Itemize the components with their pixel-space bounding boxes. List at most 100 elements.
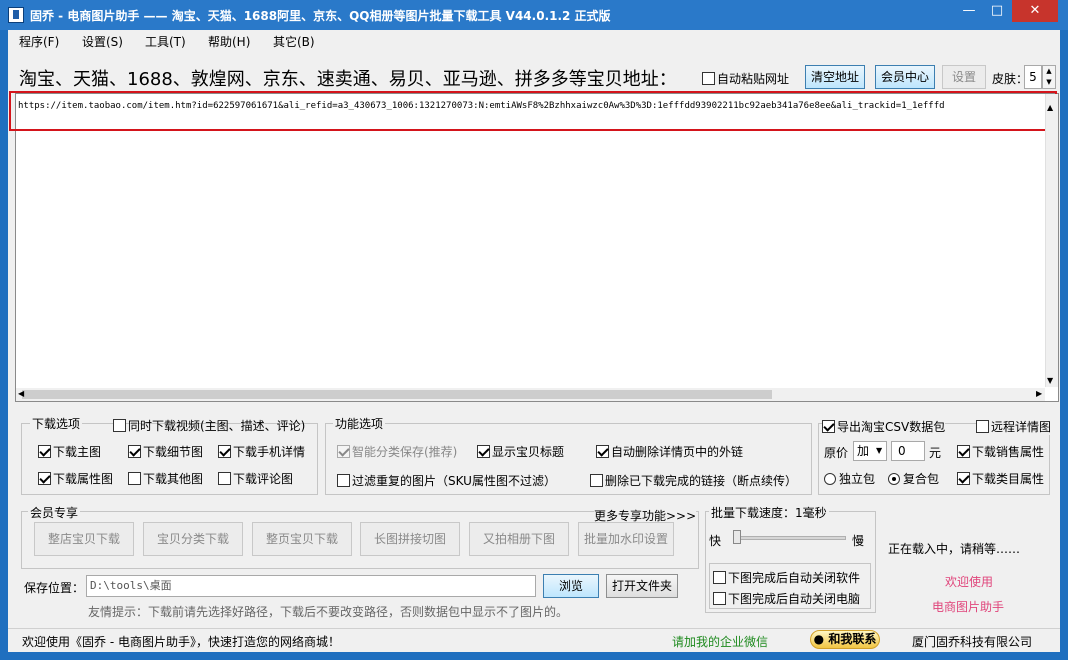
browse-button[interactable]: 浏览 [543, 574, 599, 598]
smart-save-checkbox[interactable]: 智能分类保存(推荐) [337, 443, 457, 460]
stitch-cut-button[interactable]: 长图拼接切图 [360, 522, 460, 556]
checkbox-icon [218, 472, 231, 485]
menu-tools[interactable]: 工具(T) [145, 33, 186, 50]
app-name-text: 电商图片助手 [932, 600, 1005, 614]
remove-links-label: 自动删除详情页中的外链 [611, 445, 744, 459]
checkbox-icon [590, 474, 603, 487]
speed-title: 批量下载速度：1毫秒 [709, 504, 829, 521]
member-center-button[interactable]: 会员中心 [875, 65, 935, 89]
url-source-headline: 淘宝、天猫、1688、敦煌网、京东、速卖通、易贝、亚马逊、拼多多等宝贝地址： [19, 69, 677, 90]
shutdown-checkbox[interactable]: 下图完成后自动关闭电脑 [713, 590, 860, 607]
scroll-down-icon[interactable]: ▼ [1047, 376, 1053, 385]
show-title-checkbox[interactable]: 显示宝贝标题 [477, 443, 564, 460]
single-pack-radio[interactable]: 独立包 [824, 470, 875, 487]
currency-label: 元 [929, 446, 942, 460]
delete-done-label: 删除已下载完成的链接（断点续传） [605, 474, 798, 488]
mobile-detail-checkbox[interactable]: 下载手机详情 [218, 443, 305, 460]
other-image-label: 下载其他图 [143, 472, 204, 486]
radio-selected-icon [888, 473, 900, 485]
close-app-checkbox[interactable]: 下图完成后自动关闭软件 [713, 569, 860, 586]
scroll-up-icon[interactable]: ▲ [1047, 103, 1053, 112]
remove-links-checkbox[interactable]: 自动删除详情页中的外链 [596, 443, 743, 460]
checkbox-checked-icon [596, 445, 609, 458]
open-folder-button[interactable]: 打开文件夹 [606, 574, 678, 598]
chat-icon: ● [813, 632, 825, 646]
menu-settings[interactable]: 设置(S) [82, 33, 123, 50]
function-options-title: 功能选项 [333, 415, 386, 432]
menu-program[interactable]: 程序(F) [19, 33, 59, 50]
scroll-left-icon[interactable]: ◀ [18, 389, 24, 398]
other-image-checkbox[interactable]: 下载其他图 [128, 470, 203, 487]
video-checkbox[interactable]: 同时下载视频(主图、描述、评论) [113, 417, 305, 434]
category-download-button[interactable]: 宝贝分类下载 [143, 522, 243, 556]
contact-button[interactable]: ● 和我联系 [810, 630, 880, 649]
speed-fast-label: 快 [709, 534, 722, 548]
watermark-settings-button[interactable]: 批量加水印设置 [578, 522, 674, 556]
review-image-label: 下载评论图 [233, 472, 294, 486]
speed-slider-thumb[interactable] [733, 530, 741, 544]
minimize-button[interactable]: — [955, 0, 983, 22]
checkbox-checked-icon [477, 445, 490, 458]
filter-duplicates-checkbox[interactable]: 过滤重复的图片（SKU属性图不过滤） [337, 472, 556, 489]
combo-pack-radio[interactable]: 复合包 [888, 470, 939, 487]
chevron-down-icon[interactable]: ▼ [876, 442, 886, 460]
highlight-box [9, 91, 1057, 131]
attr-image-label: 下载属性图 [53, 472, 114, 486]
detail-image-checkbox[interactable]: 下载细节图 [128, 443, 203, 460]
tip-text: 友情提示：下载前请先选择好路径，下载后不要改变路径，否则数据包中显示不了图片的。 [88, 605, 569, 619]
skin-label: 皮肤： [992, 72, 1029, 86]
review-image-checkbox[interactable]: 下载评论图 [218, 470, 293, 487]
detail-image-label: 下载细节图 [143, 445, 204, 459]
checkbox-checked-icon [337, 445, 350, 458]
horizontal-scroll-thumb[interactable] [22, 390, 772, 399]
loading-text: 正在载入中，请稍等…… [888, 542, 1021, 556]
checkbox-checked-icon [957, 445, 970, 458]
combo-pack-label: 复合包 [903, 472, 940, 486]
attr-image-checkbox[interactable]: 下载属性图 [38, 470, 113, 487]
close-button[interactable]: ✕ [1012, 0, 1058, 22]
delete-done-checkbox[interactable]: 删除已下载完成的链接（断点续传） [590, 472, 797, 489]
radio-icon [824, 473, 836, 485]
checkbox-checked-icon [822, 420, 835, 433]
skin-input[interactable]: 5 [1024, 65, 1042, 89]
price-value-input[interactable]: 0 [891, 441, 925, 461]
app-icon [8, 7, 24, 23]
sales-attr-label: 下载销售属性 [972, 445, 1045, 459]
menu-other[interactable]: 其它(B) [273, 33, 315, 50]
shop-download-button[interactable]: 整店宝贝下载 [34, 522, 134, 556]
checkbox-checked-icon [218, 445, 231, 458]
checkbox-icon [702, 72, 715, 85]
checkbox-icon [713, 571, 726, 584]
scroll-right-icon[interactable]: ▶ [1036, 389, 1042, 398]
category-attr-label: 下载类目属性 [972, 472, 1045, 486]
category-attr-checkbox[interactable]: 下载类目属性 [957, 470, 1044, 487]
checkbox-checked-icon [38, 472, 51, 485]
wechat-link[interactable]: 请加我的企业微信 [672, 633, 768, 650]
checkbox-checked-icon [38, 445, 51, 458]
settings-button[interactable]: 设置 [942, 65, 986, 89]
window-title: 固乔 - 电商图片助手 —— 淘宝、天猫、1688阿里、京东、QQ相册等图片批量… [30, 9, 611, 23]
album-download-button[interactable]: 又拍相册下图 [469, 522, 569, 556]
export-csv-checkbox[interactable]: 导出淘宝CSV数据包 [822, 418, 946, 435]
save-path-input[interactable]: D:\tools\桌面 [86, 575, 536, 597]
checkbox-icon [713, 592, 726, 605]
checkbox-icon [128, 472, 141, 485]
page-download-button[interactable]: 整页宝贝下载 [252, 522, 352, 556]
vertical-scrollbar[interactable] [1045, 94, 1058, 387]
skin-stepper[interactable]: ▲ ▼ [1042, 65, 1056, 89]
main-image-checkbox[interactable]: 下载主图 [38, 443, 101, 460]
company-name: 厦门固乔科技有限公司 [912, 635, 1033, 649]
download-options-title: 下载选项 [30, 415, 83, 432]
sales-attr-checkbox[interactable]: 下载销售属性 [957, 443, 1044, 460]
url-textarea[interactable] [15, 93, 1059, 402]
menu-help[interactable]: 帮助(H) [208, 33, 250, 50]
clear-urls-button[interactable]: 清空地址 [805, 65, 865, 89]
speed-slider[interactable] [736, 536, 846, 540]
remote-detail-checkbox[interactable]: 远程详情图 [976, 418, 1052, 435]
member-title: 会员专享 [28, 504, 81, 521]
auto-paste-checkbox[interactable]: 自动粘贴网址 [702, 70, 789, 87]
welcome-text: 欢迎使用 [945, 575, 994, 589]
maximize-button[interactable]: □ [983, 0, 1011, 22]
remote-detail-label: 远程详情图 [991, 420, 1052, 434]
contact-label: 和我联系 [828, 632, 877, 646]
